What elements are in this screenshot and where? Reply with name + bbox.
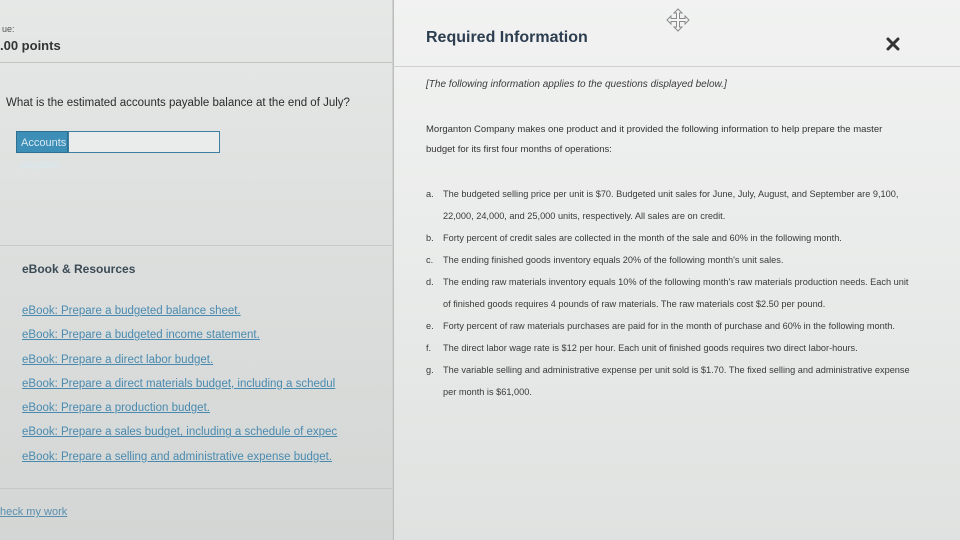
info-item: a. The budgeted selling price per unit is… bbox=[426, 183, 916, 227]
ebook-heading: eBook & Resources bbox=[22, 262, 136, 276]
accounts-payable-input[interactable] bbox=[68, 131, 220, 153]
item-letter: d. bbox=[426, 277, 434, 287]
item-text: The budgeted selling price per unit is $… bbox=[443, 189, 899, 221]
item-letter: a. bbox=[426, 189, 434, 199]
ebook-link-income-statement[interactable]: eBook: Prepare a budgeted income stateme… bbox=[22, 329, 394, 353]
ebook-link-list: eBook: Prepare a budgeted balance sheet.… bbox=[22, 305, 394, 475]
info-item: c. The ending finished goods inventory eq… bbox=[426, 249, 916, 271]
accounts-payable-row: Accounts payable bbox=[16, 131, 220, 171]
ebook-link-sales[interactable]: eBook: Prepare a sales budget, including… bbox=[22, 426, 394, 450]
move-icon[interactable] bbox=[666, 8, 690, 32]
info-item: f. The direct labor wage rate is $12 per … bbox=[426, 337, 916, 359]
item-text: The ending raw materials inventory equal… bbox=[443, 277, 909, 309]
check-my-work-link[interactable]: heck my work bbox=[0, 506, 67, 518]
item-text: Forty percent of raw materials purchases… bbox=[443, 321, 895, 331]
item-text: Forty percent of credit sales are collec… bbox=[443, 233, 842, 243]
question-text: What is the estimated accounts payable b… bbox=[6, 97, 350, 109]
info-item: e. Forty percent of raw materials purchas… bbox=[426, 315, 916, 337]
info-list: a. The budgeted selling price per unit is… bbox=[426, 183, 916, 403]
due-label: ue: bbox=[2, 24, 15, 34]
item-letter: e. bbox=[426, 321, 434, 331]
ebook-link-balance-sheet[interactable]: eBook: Prepare a budgeted balance sheet. bbox=[22, 305, 394, 329]
ebook-link-production[interactable]: eBook: Prepare a production budget. bbox=[22, 402, 394, 426]
accounts-payable-label: Accounts payable bbox=[16, 131, 68, 171]
intro-text: Morganton Company makes one product and … bbox=[426, 124, 883, 155]
panel-title: Required Information bbox=[426, 29, 588, 46]
ebook-link-direct-materials[interactable]: eBook: Prepare a direct materials budget… bbox=[22, 378, 394, 402]
divider bbox=[0, 62, 392, 63]
info-item: b. Forty percent of credit sales are coll… bbox=[426, 227, 916, 249]
item-text: The variable selling and administrative … bbox=[443, 365, 910, 397]
item-letter: b. bbox=[426, 233, 434, 243]
item-text: The direct labor wage rate is $12 per ho… bbox=[443, 343, 858, 353]
question-page: ue: .00 points What is the estimated acc… bbox=[0, 0, 392, 540]
item-letter: g. bbox=[426, 365, 434, 375]
points-label: .00 points bbox=[0, 38, 61, 53]
info-item: g. The variable selling and administrativ… bbox=[426, 359, 916, 403]
info-note: [The following information applies to th… bbox=[426, 79, 727, 90]
divider bbox=[0, 245, 392, 246]
info-item: d. The ending raw materials inventory equ… bbox=[426, 271, 916, 315]
ebook-link-direct-labor[interactable]: eBook: Prepare a direct labor budget. bbox=[22, 354, 394, 378]
divider bbox=[0, 488, 392, 489]
item-text: The ending finished goods inventory equa… bbox=[443, 255, 784, 265]
close-icon[interactable] bbox=[885, 36, 901, 52]
item-letter: c. bbox=[426, 255, 434, 265]
ebook-link-selling-admin[interactable]: eBook: Prepare a selling and administrat… bbox=[22, 451, 394, 475]
item-letter: f. bbox=[426, 343, 432, 353]
divider bbox=[393, 66, 960, 67]
